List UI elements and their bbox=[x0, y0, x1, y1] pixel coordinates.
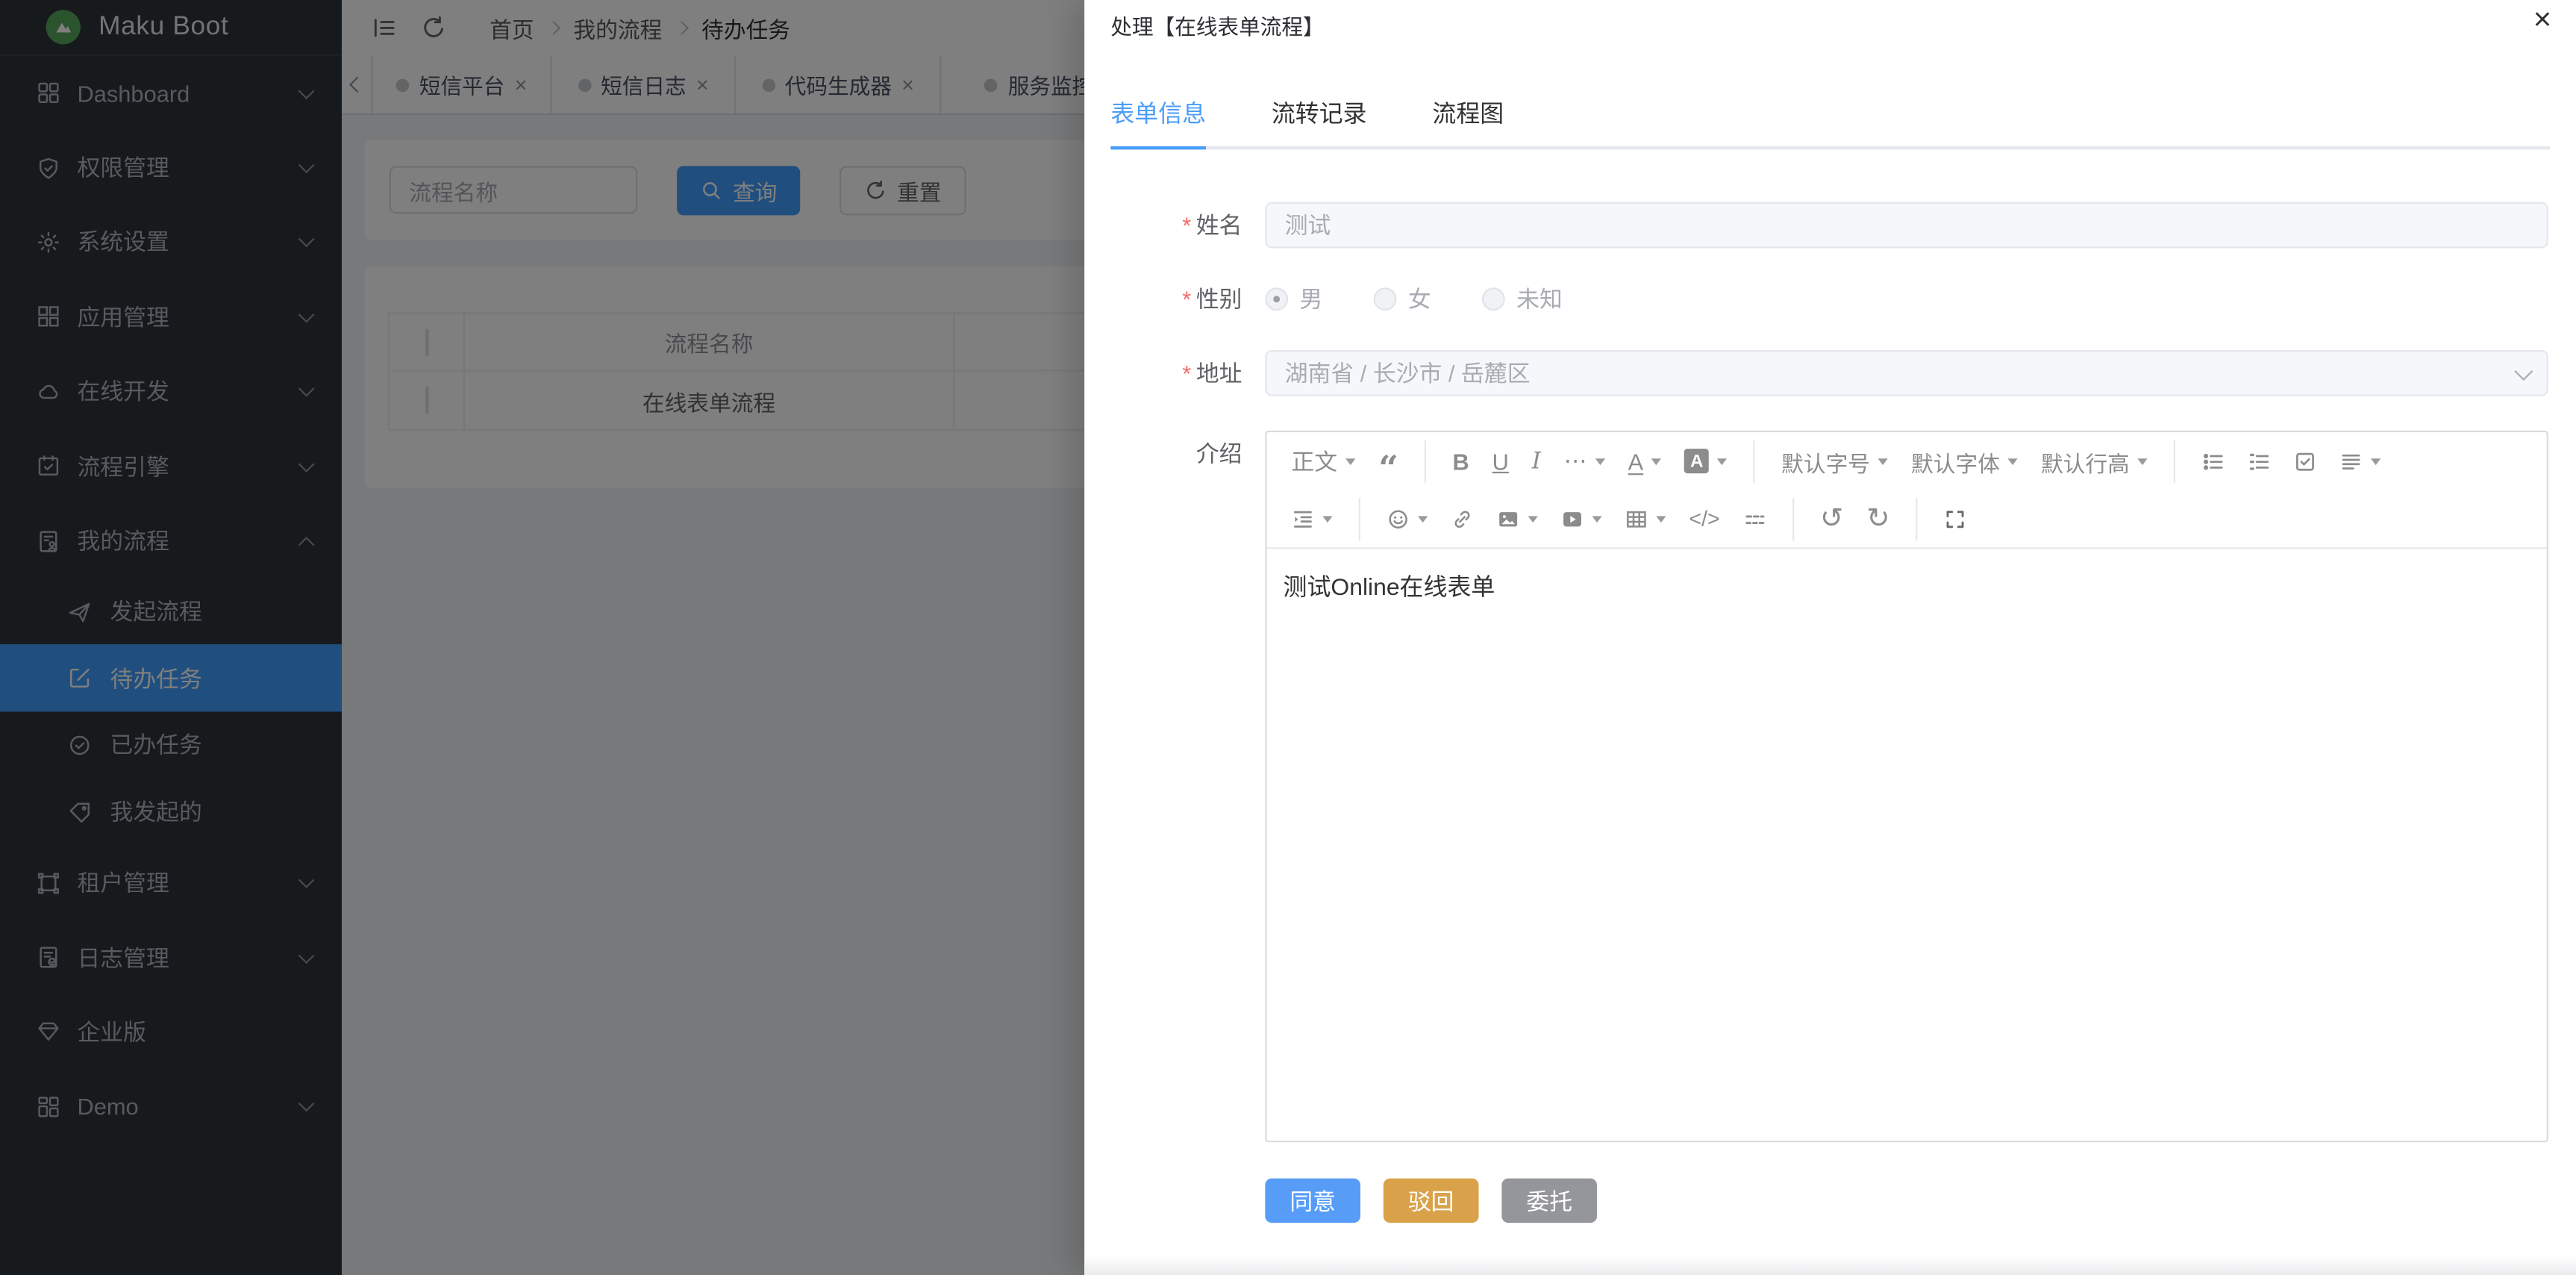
caret-down-icon bbox=[1528, 515, 1538, 522]
caret-down-icon bbox=[1651, 458, 1661, 464]
address-select[interactable]: 湖南省 / 长沙市 / 岳麓区 bbox=[1265, 350, 2548, 396]
caret-down-icon bbox=[1878, 458, 1888, 464]
toolbar-separator bbox=[1359, 497, 1360, 540]
image-button[interactable] bbox=[1485, 499, 1549, 538]
emoji-button[interactable] bbox=[1375, 499, 1439, 538]
line-height-select[interactable]: 默认行高 bbox=[2030, 441, 2160, 481]
name-label: *姓名 bbox=[1084, 202, 1242, 249]
italic-button[interactable]: I bbox=[1520, 441, 1552, 481]
font-family-select[interactable]: 默认字体 bbox=[1900, 441, 2030, 481]
drawer-title: 处理【在线表单流程】 bbox=[1110, 9, 1324, 40]
toolbar-row-1: 正文 “ B U I ⋯ A A 默认字号 默认字体 默认行高 bbox=[1267, 432, 2547, 490]
name-field[interactable]: 测试 bbox=[1265, 202, 2548, 249]
viewport: Maku Boot Dashboard 权限管理 系统设置 应用管理 在线开发 … bbox=[0, 0, 2576, 1275]
blockquote-icon[interactable]: “ bbox=[1367, 449, 1410, 488]
intro-label: 介绍 bbox=[1084, 431, 1242, 477]
heading-select[interactable]: 正文 bbox=[1280, 441, 1367, 481]
font-size-select[interactable]: 默认字号 bbox=[1770, 441, 1900, 481]
caret-down-icon bbox=[1656, 515, 1666, 522]
delegate-button[interactable]: 委托 bbox=[1501, 1179, 1597, 1223]
bg-color-button[interactable]: A bbox=[1673, 441, 1739, 481]
toolbar-separator bbox=[2174, 440, 2175, 482]
radio-unknown[interactable]: 未知 bbox=[1482, 283, 1563, 316]
caret-down-icon bbox=[2008, 458, 2018, 464]
drawer-actions: 同意 驳回 委托 bbox=[1265, 1179, 1597, 1223]
divider-button[interactable] bbox=[1731, 499, 1778, 538]
gender-label: *性别 bbox=[1084, 276, 1242, 322]
fullscreen-button[interactable] bbox=[1933, 499, 1979, 538]
radio-unchecked-icon bbox=[1374, 287, 1397, 311]
editor-content[interactable]: 测试Online在线表单 bbox=[1267, 549, 2547, 623]
tabs-underline bbox=[1110, 146, 2550, 149]
rich-text-editor: 正文 “ B U I ⋯ A A 默认字号 默认字体 默认行高 bbox=[1265, 431, 2548, 1142]
code-button[interactable]: </> bbox=[1678, 499, 1731, 538]
radio-unchecked-icon bbox=[1482, 287, 1505, 311]
toolbar-separator bbox=[1792, 497, 1794, 540]
chevron-down-icon bbox=[2514, 362, 2533, 381]
toolbar-separator bbox=[1916, 497, 1918, 540]
todo-list-button[interactable] bbox=[2283, 441, 2329, 481]
caret-down-icon bbox=[1592, 515, 1601, 522]
toolbar-separator bbox=[1425, 440, 1426, 482]
undo-button[interactable]: ↺ bbox=[1809, 499, 1855, 538]
close-icon[interactable]: × bbox=[2533, 5, 2551, 37]
caret-down-icon bbox=[1322, 515, 1332, 522]
caret-down-icon bbox=[1418, 515, 1428, 522]
indent-button[interactable] bbox=[1280, 499, 1344, 538]
caret-down-icon bbox=[1717, 458, 1727, 464]
redo-button[interactable]: ↻ bbox=[1855, 499, 1901, 538]
caret-down-icon bbox=[1345, 458, 1355, 464]
caret-down-icon bbox=[2138, 458, 2148, 464]
link-button[interactable] bbox=[1439, 499, 1486, 538]
required-asterisk: * bbox=[1182, 360, 1191, 386]
approve-button[interactable]: 同意 bbox=[1265, 1179, 1360, 1223]
address-label: *地址 bbox=[1084, 350, 1242, 396]
align-button[interactable] bbox=[2328, 441, 2392, 481]
active-tab-indicator bbox=[1110, 146, 1206, 149]
app-window: Maku Boot Dashboard 权限管理 系统设置 应用管理 在线开发 … bbox=[0, 0, 2576, 1275]
more-styles-button[interactable]: ⋯ bbox=[1552, 441, 1616, 481]
required-asterisk: * bbox=[1182, 286, 1191, 312]
gender-radio-group: 男 女 未知 bbox=[1265, 276, 1613, 322]
table-button[interactable] bbox=[1613, 499, 1678, 538]
radio-female[interactable]: 女 bbox=[1374, 283, 1431, 316]
drawer-header: 处理【在线表单流程】 bbox=[1084, 0, 2576, 49]
caret-down-icon bbox=[1595, 458, 1605, 464]
tab-form-info[interactable]: 表单信息 bbox=[1110, 96, 1206, 146]
drawer-tabs: 表单信息 流转记录 流程图 bbox=[1110, 96, 2550, 150]
bullet-list-button[interactable] bbox=[2190, 441, 2236, 481]
font-color-button[interactable]: A bbox=[1616, 441, 1673, 481]
editor-toolbar: 正文 “ B U I ⋯ A A 默认字号 默认字体 默认行高 bbox=[1267, 432, 2547, 549]
reject-button[interactable]: 驳回 bbox=[1384, 1179, 1479, 1223]
underline-button[interactable]: U bbox=[1481, 441, 1520, 481]
caret-down-icon bbox=[2372, 458, 2381, 464]
tab-flow-diagram[interactable]: 流程图 bbox=[1432, 96, 1504, 146]
bold-button[interactable]: B bbox=[1441, 441, 1481, 481]
radio-male[interactable]: 男 bbox=[1265, 283, 1322, 316]
radio-checked-icon bbox=[1265, 287, 1288, 311]
drawer-footer-strip bbox=[1084, 1256, 2576, 1275]
toolbar-row-2: </> ↺ ↻ bbox=[1267, 490, 2547, 547]
process-drawer: 处理【在线表单流程】 × 表单信息 流转记录 流程图 *姓名 测试 *性别 男 … bbox=[1084, 0, 2576, 1275]
numbered-list-button[interactable] bbox=[2236, 441, 2283, 481]
required-asterisk: * bbox=[1182, 212, 1191, 238]
toolbar-separator bbox=[1754, 440, 1755, 482]
video-button[interactable] bbox=[1549, 499, 1613, 538]
tab-flow-records[interactable]: 流转记录 bbox=[1272, 96, 1367, 146]
